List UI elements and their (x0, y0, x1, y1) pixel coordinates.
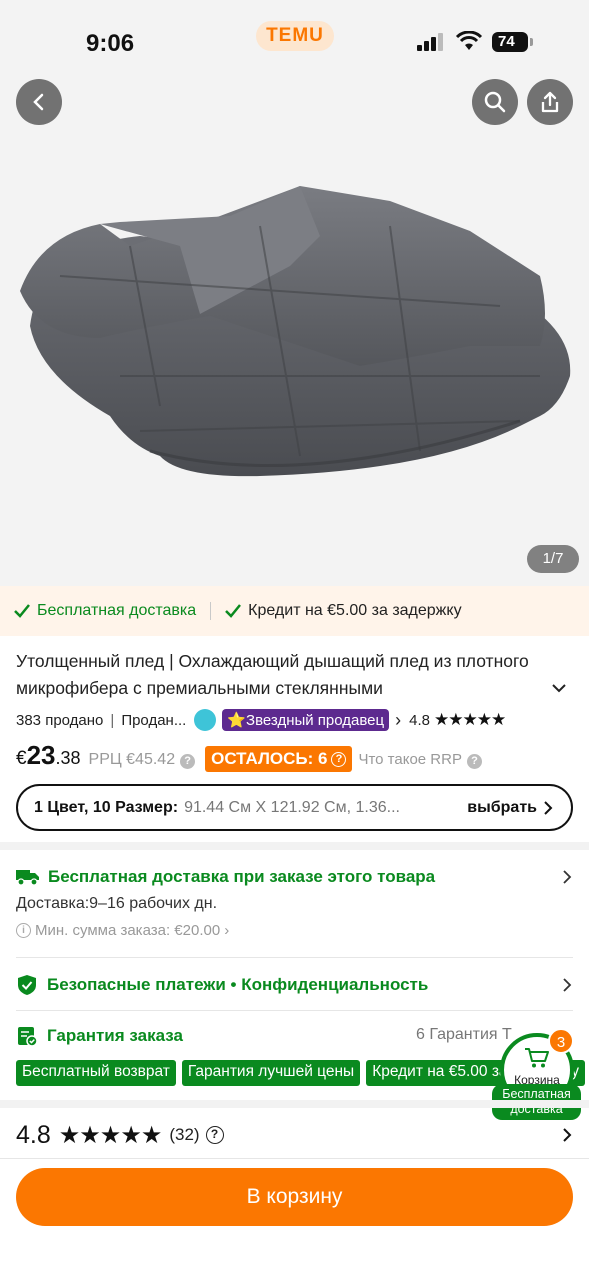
security-label: Безопасные платежи • Конфиденциальность (47, 975, 429, 994)
free-shipping-benefit: Бесплатная доставка (14, 602, 196, 620)
star-seller-badge[interactable]: ⭐Звездный продавец (222, 709, 390, 731)
battery-icon: 74 (492, 32, 528, 52)
divider (0, 1158, 589, 1159)
delivery-label: Доставка: (16, 895, 90, 912)
chevron-down-icon[interactable] (549, 678, 569, 698)
security-row[interactable]: Безопасные платежи • Конфиденциальность (16, 972, 573, 998)
tag-best-price: Гарантия лучшей цены (181, 1060, 361, 1086)
check-icon (14, 604, 30, 618)
signal-icon (417, 33, 443, 51)
price-whole: 23 (26, 740, 56, 770)
delivery-value: 9–16 рабочих дн. (89, 895, 218, 912)
guarantee-count[interactable]: 6 Гарантия Т (416, 1026, 512, 1044)
battery-tip (530, 38, 533, 46)
share-button[interactable] (527, 79, 573, 125)
chevron-left-icon (33, 93, 44, 111)
info-icon: i (16, 923, 31, 938)
section-divider (0, 842, 589, 850)
help-icon: ? (331, 751, 347, 767)
stock-left-badge[interactable]: ОСТАЛОСЬ: 6 ? (205, 746, 353, 772)
product-meta: 383 продано | Продан... ⭐Звездный продав… (16, 708, 506, 732)
chevron-right-icon[interactable]: › (395, 710, 401, 731)
image-counter: 1/7 (527, 545, 579, 573)
price-row: € 23 .38 РРЦ €45.42 ? ОСТАЛОСЬ: 6 ? Что … (16, 740, 482, 776)
chevron-right-icon: › (224, 922, 230, 939)
credit-label: Кредит на €5.00 за задержку (248, 602, 462, 619)
min-order-label: Мин. сумма заказа: €20.00 (35, 922, 221, 939)
min-order-link[interactable]: i Мин. сумма заказа: €20.00 › (16, 922, 229, 939)
stock-left-label: ОСТАЛОСЬ: 6 (211, 749, 328, 768)
seller-logo[interactable] (194, 709, 217, 731)
price-currency: € (16, 748, 27, 769)
divider (210, 602, 212, 620)
variant-selector[interactable]: 1 Цвет, 10 Размер: 91.44 См X 121.92 См,… (16, 784, 573, 831)
credit-benefit: Кредит на €5.00 за задержку (225, 602, 462, 620)
truck-icon (16, 870, 39, 886)
product-image-gallery[interactable]: 1/7 (0, 76, 589, 586)
shipping-title: Бесплатная доставка при заказе этого тов… (48, 867, 436, 886)
cart-count-badge: 3 (548, 1028, 574, 1054)
divider (16, 1010, 573, 1011)
chevron-right-icon (544, 800, 553, 815)
status-time: 9:06 (86, 30, 135, 57)
rating-stars: ★★★★★ (433, 710, 506, 729)
search-icon (484, 91, 506, 113)
reviews-row[interactable]: 4.8 ★★★★★ (32) ? (16, 1118, 573, 1152)
section-divider (0, 1100, 589, 1108)
tag-free-return: Бесплатный возврат (16, 1060, 176, 1086)
rating-value: 4.8 (409, 711, 430, 729)
price-cents: .38 (55, 748, 81, 768)
free-shipping-label: Бесплатная доставка (37, 602, 197, 619)
seller-name[interactable]: Продан... (121, 712, 186, 729)
search-button[interactable] (472, 79, 518, 125)
check-icon (225, 604, 242, 618)
select-variant-button[interactable]: выбрать (467, 799, 537, 817)
wifi-icon (455, 31, 483, 50)
delivery-time: Доставка:9–16 рабочих дн. (16, 895, 217, 913)
product-title[interactable]: Утолщенный плед | Охлаждающий дышащий пл… (16, 648, 536, 702)
divider: | (110, 711, 115, 729)
rrp-price: РРЦ €45.42 (88, 751, 176, 768)
what-is-rrp-link[interactable]: Что такое RRP (358, 751, 462, 768)
benefits-strip[interactable]: Бесплатная доставка Кредит на €5.00 за з… (0, 586, 589, 636)
help-icon[interactable]: ? (180, 754, 196, 769)
add-to-cart-button[interactable]: В корзину (16, 1168, 573, 1226)
divider (16, 957, 573, 958)
review-score: 4.8 (16, 1120, 51, 1149)
help-icon[interactable]: ? (466, 754, 482, 769)
review-stars: ★★★★★ (58, 1121, 163, 1149)
share-icon (541, 91, 559, 113)
guarantee-row[interactable]: Гарантия заказа (16, 1023, 406, 1049)
guarantee-title: Гарантия заказа (47, 1026, 183, 1045)
temu-logo: TEMU (256, 21, 334, 51)
status-bar: 9:06 TEMU 74 (0, 0, 589, 76)
shipping-row[interactable]: Бесплатная доставка при заказе этого тов… (16, 864, 573, 890)
help-icon[interactable]: ? (205, 1126, 224, 1144)
back-button[interactable] (16, 79, 62, 125)
sold-count: 383 продано (16, 711, 104, 729)
variant-value: 91.44 См X 121.92 См, 1.36... (184, 798, 400, 816)
review-count: (32) (169, 1125, 200, 1144)
chevron-right-icon (563, 1128, 572, 1142)
order-guarantee-icon (18, 1027, 38, 1047)
variant-label: 1 Цвет, 10 Размер: (34, 798, 179, 816)
product-image (20, 186, 571, 477)
cart-icon (525, 1048, 549, 1068)
chevron-right-icon (563, 978, 572, 992)
shield-check-icon (18, 975, 36, 995)
chevron-right-icon (563, 870, 572, 884)
